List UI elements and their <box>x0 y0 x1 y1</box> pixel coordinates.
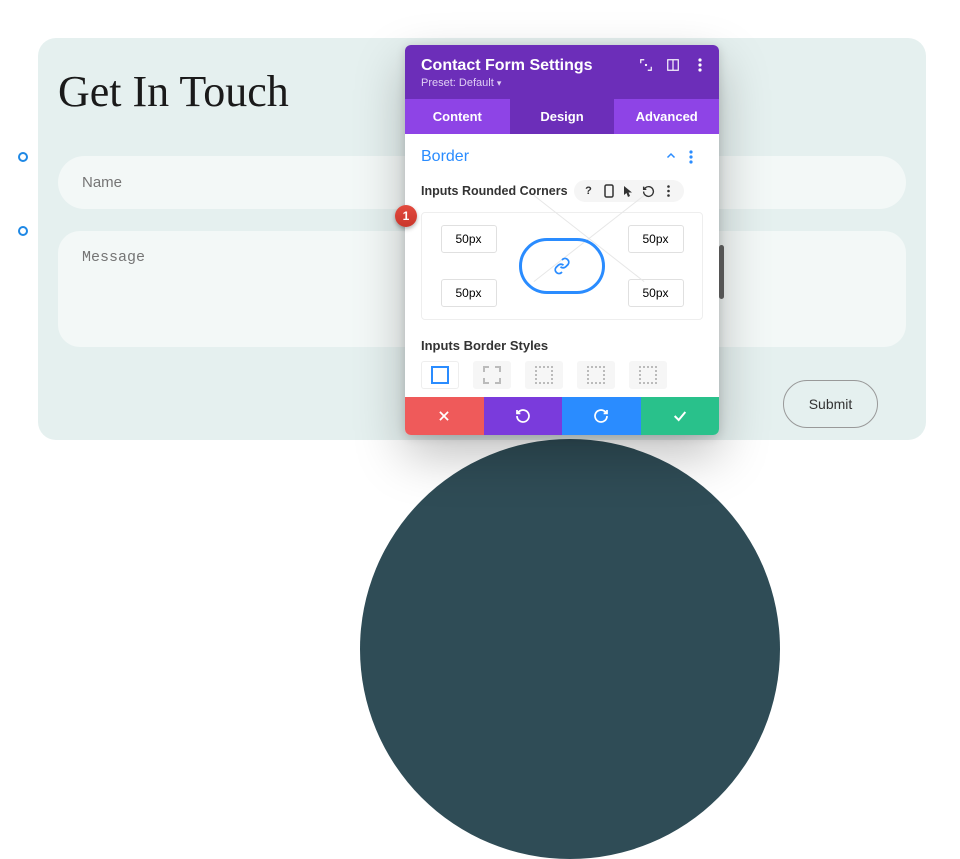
modal-header-actions <box>638 57 707 72</box>
cancel-button[interactable] <box>405 397 484 435</box>
annotation-badge: 1 <box>395 205 417 227</box>
confirm-button[interactable] <box>641 397 720 435</box>
border-style-solid[interactable] <box>421 361 459 389</box>
border-style-dotted[interactable] <box>525 361 563 389</box>
modal-body: Border Inputs Rounded Corners ? <box>405 134 719 397</box>
phone-icon[interactable] <box>600 182 618 200</box>
border-styles-label: Inputs Border Styles <box>421 338 703 353</box>
section-header: Border <box>421 148 703 166</box>
scrollbar-handle[interactable] <box>719 245 724 299</box>
section-title: Border <box>421 148 469 166</box>
collapse-icon[interactable] <box>665 150 679 164</box>
redo-button[interactable] <box>562 397 641 435</box>
corner-br-input[interactable] <box>628 279 684 307</box>
link-corners-toggle[interactable] <box>519 238 605 294</box>
section-actions <box>665 150 703 164</box>
link-icon <box>553 257 571 275</box>
hover-icon[interactable] <box>620 182 638 200</box>
expand-icon[interactable] <box>638 57 653 72</box>
preset-selector[interactable]: Preset: Default ▾ <box>421 77 703 89</box>
option-row: Inputs Rounded Corners ? <box>421 180 703 202</box>
more-icon[interactable] <box>689 150 703 164</box>
modal-header[interactable]: Contact Form Settings Preset: Default ▾ <box>405 45 719 99</box>
layout-icon[interactable] <box>665 57 680 72</box>
drag-handle-dot[interactable] <box>18 152 28 162</box>
page-title: Get In Touch <box>58 66 289 117</box>
settings-modal: 1 Contact Form Settings Preset: Default … <box>405 45 719 435</box>
more-icon[interactable] <box>660 182 678 200</box>
border-style-row <box>421 361 703 389</box>
decorative-arc <box>360 439 780 859</box>
border-style-alt1[interactable] <box>577 361 615 389</box>
preset-label: Preset: Default <box>421 77 494 89</box>
more-icon[interactable] <box>692 57 707 72</box>
tab-design[interactable]: Design <box>510 99 615 134</box>
submit-button[interactable]: Submit <box>783 380 878 428</box>
tab-content[interactable]: Content <box>405 99 510 134</box>
tab-advanced[interactable]: Advanced <box>614 99 719 134</box>
option-label: Inputs Rounded Corners <box>421 184 568 198</box>
help-icon[interactable]: ? <box>580 182 598 200</box>
modal-footer <box>405 397 719 435</box>
undo-button[interactable] <box>484 397 563 435</box>
rounded-corners-panel <box>421 212 703 320</box>
border-style-dashed[interactable] <box>473 361 511 389</box>
modal-tabs: Content Design Advanced <box>405 99 719 134</box>
border-style-alt2[interactable] <box>629 361 667 389</box>
drag-handle-dot[interactable] <box>18 226 28 236</box>
corner-tl-input[interactable] <box>441 225 497 253</box>
option-controls: ? <box>574 180 684 202</box>
caret-down-icon: ▾ <box>497 78 502 88</box>
corner-tr-input[interactable] <box>628 225 684 253</box>
corner-bl-input[interactable] <box>441 279 497 307</box>
